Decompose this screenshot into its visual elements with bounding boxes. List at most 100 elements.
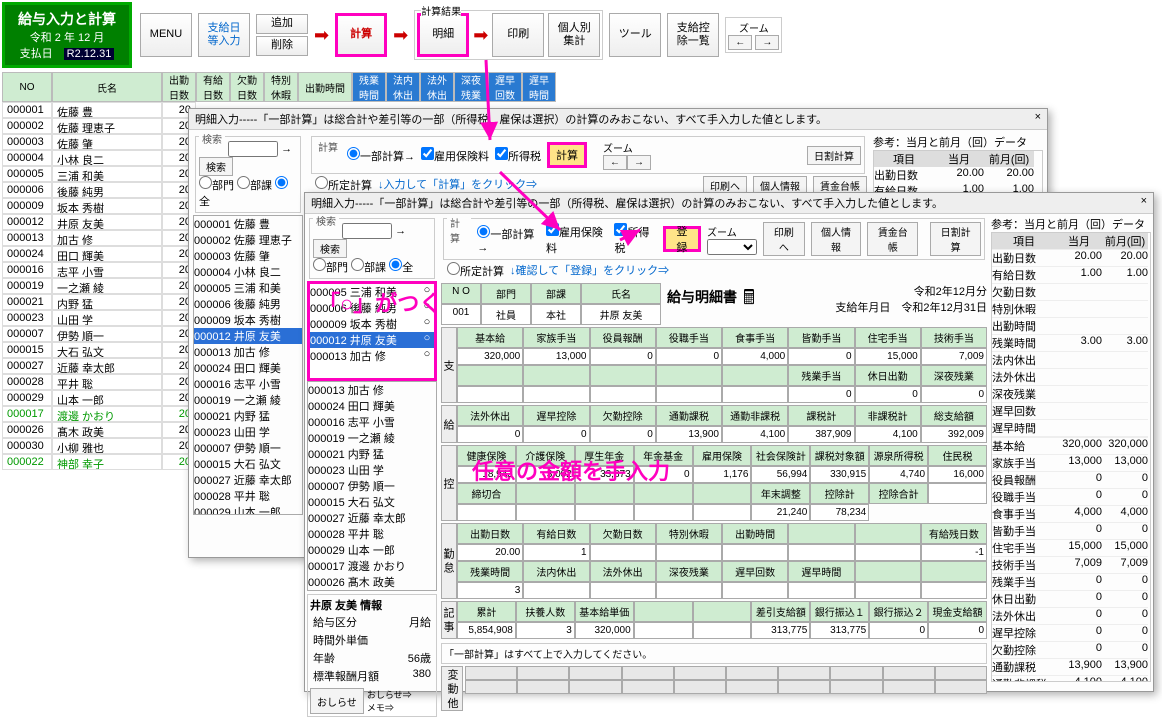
slip-value[interactable] xyxy=(590,582,656,599)
row-name[interactable]: 加古 修 xyxy=(52,230,162,246)
slip-value[interactable]: 0 xyxy=(656,348,722,365)
row-name[interactable]: 佐藤 肇 xyxy=(52,134,162,150)
zoom-left[interactable]: ← xyxy=(728,35,752,50)
list-item[interactable]: 000015 大石 弘文 xyxy=(194,456,302,472)
shikyu-button[interactable]: 支給日 等入力 xyxy=(198,13,250,57)
kojo-button[interactable]: 支給控 除一覧 xyxy=(667,13,719,57)
slip-value[interactable] xyxy=(457,386,523,403)
row-id[interactable]: 000022 xyxy=(2,454,52,470)
slip-value[interactable] xyxy=(921,582,987,599)
row-name[interactable]: 伊勢 順一 xyxy=(52,326,162,342)
menu-button[interactable]: MENU xyxy=(140,13,192,57)
slip-value[interactable]: 0 xyxy=(590,348,656,365)
list-item[interactable]: 000002 佐藤 理恵子 xyxy=(194,232,302,248)
slip-value[interactable] xyxy=(722,386,788,403)
kobetsu-button[interactable]: 個人別 集計 xyxy=(548,13,600,57)
slip-value[interactable] xyxy=(693,622,752,639)
slip-value[interactable]: 0 xyxy=(788,348,854,365)
slip-value[interactable]: 21,240 xyxy=(751,504,810,521)
slip-value[interactable]: 4,100 xyxy=(855,426,921,443)
slip-value[interactable] xyxy=(788,544,854,561)
slip-value[interactable] xyxy=(722,582,788,599)
row-name[interactable]: 小柳 雅也 xyxy=(52,438,162,454)
list-item[interactable]: 000024 田口 輝美 xyxy=(308,398,436,414)
slip-value[interactable] xyxy=(693,504,752,521)
row-name[interactable]: 渡邊 かおり xyxy=(52,406,162,422)
col-6[interactable]: 出勤時間 xyxy=(298,72,352,102)
list-item[interactable]: 000019 一之瀬 綾 xyxy=(194,392,302,408)
row-name[interactable]: 平井 聡 xyxy=(52,374,162,390)
list-item[interactable]: 000005 三浦 和美 xyxy=(194,280,302,296)
list-item[interactable]: 000030 小柳 雅也 xyxy=(308,590,436,591)
list-item[interactable]: 000023 山田 学 xyxy=(194,424,302,440)
slip-value[interactable] xyxy=(656,582,722,599)
slip-value[interactable]: 13,900 xyxy=(656,426,722,443)
slip-value[interactable]: 4,000 xyxy=(722,348,788,365)
row-name[interactable]: 佐藤 豊 xyxy=(52,102,162,118)
slip-value[interactable]: 56,994 xyxy=(751,466,810,483)
list-item[interactable]: 000029 山本 一郎 xyxy=(308,542,436,558)
slip-value[interactable] xyxy=(523,386,589,403)
print-button[interactable]: 印刷 xyxy=(492,13,544,57)
list-item[interactable]: 000013 加古 修 xyxy=(308,382,436,398)
row-id[interactable]: 000003 xyxy=(2,134,52,150)
row-name[interactable]: 小林 良二 xyxy=(52,150,162,166)
col-7[interactable]: 残業 時間 xyxy=(352,72,386,102)
list-item[interactable]: 000009 坂本 秀樹 xyxy=(194,312,302,328)
row-name[interactable]: 一之瀬 綾 xyxy=(52,278,162,294)
col-1[interactable]: 氏名 xyxy=(52,72,162,102)
list-item[interactable]: 000006 後藤 純男 xyxy=(194,296,302,312)
slip-value[interactable]: 320,000 xyxy=(575,622,634,639)
slip-value[interactable]: 320,000 xyxy=(457,348,523,365)
tool-button[interactable]: ツール xyxy=(609,13,661,57)
list-item[interactable]: 000007 伊勢 順一 xyxy=(194,440,302,456)
slip-value[interactable] xyxy=(523,582,589,599)
list-item[interactable]: 000026 髙木 政美 xyxy=(308,574,436,590)
slip-value[interactable]: 3 xyxy=(457,582,523,599)
slip-value[interactable] xyxy=(928,483,987,504)
list-item[interactable]: 000027 近藤 幸太郎 xyxy=(194,472,302,488)
row-id[interactable]: 000001 xyxy=(2,102,52,118)
list-item[interactable]: 000012 井原 友美○ xyxy=(310,332,434,348)
row-id[interactable]: 000002 xyxy=(2,118,52,134)
calc-button[interactable]: 計算 xyxy=(335,13,387,57)
slip-value[interactable] xyxy=(516,504,575,521)
row-id[interactable]: 000017 xyxy=(2,406,52,422)
slip-value[interactable]: 4,100 xyxy=(722,426,788,443)
row-id[interactable]: 000028 xyxy=(2,374,52,390)
row-name[interactable]: 坂本 秀樹 xyxy=(52,198,162,214)
slip-value[interactable]: 313,775 xyxy=(751,622,810,639)
list-item[interactable]: 000004 小林 良二 xyxy=(194,264,302,280)
slip-value[interactable]: 16,000 xyxy=(928,466,987,483)
slip-value[interactable]: 1 xyxy=(523,544,589,561)
row-id[interactable]: 000021 xyxy=(2,294,52,310)
row-name[interactable]: 山本 一郎 xyxy=(52,390,162,406)
row-name[interactable]: 髙木 政美 xyxy=(52,422,162,438)
row-id[interactable]: 000006 xyxy=(2,182,52,198)
col-0[interactable]: NO xyxy=(2,72,52,102)
slip-value[interactable]: 20.00 xyxy=(457,544,523,561)
row-name[interactable]: 田口 輝美 xyxy=(52,246,162,262)
close-icon[interactable]: × xyxy=(1035,111,1041,127)
list-item[interactable]: 000021 内野 猛 xyxy=(194,408,302,424)
row-id[interactable]: 000024 xyxy=(2,246,52,262)
slip-value[interactable]: 0 xyxy=(928,622,987,639)
row-id[interactable]: 000027 xyxy=(2,358,52,374)
row-name[interactable]: 山田 学 xyxy=(52,310,162,326)
row-id[interactable]: 000029 xyxy=(2,390,52,406)
slip-value[interactable]: 0 xyxy=(457,426,523,443)
slip-value[interactable]: 1,176 xyxy=(693,466,752,483)
list-item[interactable]: 000015 大石 弘文 xyxy=(308,494,436,510)
slip-value[interactable] xyxy=(590,386,656,403)
list-item[interactable]: 000019 一之瀬 綾 xyxy=(308,430,436,446)
list-item[interactable]: 000024 田口 輝美 xyxy=(194,360,302,376)
slip-value[interactable]: 4,740 xyxy=(869,466,928,483)
row-id[interactable]: 000016 xyxy=(2,262,52,278)
col-9[interactable]: 法外 休出 xyxy=(420,72,454,102)
calculator-icon[interactable]: 🖩 xyxy=(743,283,755,325)
del-button[interactable]: 削除 xyxy=(256,36,308,56)
zoom-right[interactable]: → xyxy=(755,35,779,50)
slip-value[interactable] xyxy=(722,544,788,561)
slip-value[interactable]: 78,234 xyxy=(810,504,869,521)
slip-value[interactable]: -1 xyxy=(921,544,987,561)
